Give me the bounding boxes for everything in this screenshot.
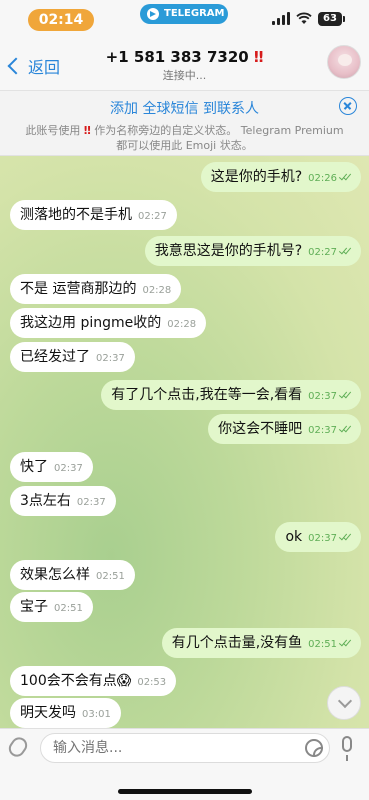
paperclip-icon[interactable] bbox=[5, 734, 31, 760]
message-bubble-incoming[interactable]: 不是 运营商那边的 02:28 bbox=[10, 274, 182, 304]
message-time: 02:37 bbox=[308, 425, 337, 436]
chat-subtitle: 连接中... bbox=[162, 69, 207, 82]
message-text: 有几个点击量,没有鱼 bbox=[171, 635, 303, 651]
close-icon[interactable] bbox=[339, 97, 357, 115]
message-time: 02:37 bbox=[308, 391, 337, 402]
message-input[interactable] bbox=[40, 733, 330, 763]
home-indicator bbox=[118, 789, 252, 794]
telegram-pill[interactable]: TELEGRAM bbox=[140, 4, 228, 24]
chat-title[interactable]: +1 581 383 7320 ‼ bbox=[0, 48, 369, 66]
message-bubble-incoming[interactable]: 效果怎么样 02:51 bbox=[10, 560, 135, 590]
message-text: 100会不会有点😱 bbox=[20, 673, 132, 689]
message-bubble-incoming[interactable]: 快了 02:37 bbox=[10, 452, 93, 482]
message-bubble-incoming[interactable]: 我这边用 pingme收的 02:28 bbox=[10, 308, 207, 338]
sticker-icon[interactable] bbox=[305, 739, 323, 757]
status-time: 02:14 bbox=[28, 9, 94, 31]
message-bubble-outgoing[interactable]: 你这会不睡吧 02:37 bbox=[208, 414, 361, 444]
double-exclamation-icon: ‼ bbox=[253, 48, 264, 66]
double-check-icon bbox=[339, 173, 351, 181]
composer-bar bbox=[0, 728, 369, 800]
message-time: 02:51 bbox=[54, 603, 83, 614]
message-bubble-outgoing[interactable]: ok 02:37 bbox=[275, 522, 361, 552]
message-text: 不是 运营商那边的 bbox=[20, 281, 137, 297]
status-bar: 02:14 TELEGRAM 63 bbox=[0, 0, 369, 40]
double-check-icon bbox=[339, 391, 351, 399]
message-time: 02:37 bbox=[76, 497, 106, 508]
message-time: 02:37 bbox=[308, 533, 337, 544]
message-bubble-incoming[interactable]: 已经发过了 02:37 bbox=[10, 342, 135, 372]
add-contact-banner: 添加 全球短信 到联系人 此账号使用 ‼ 作为名称旁边的自定义状态。 Teleg… bbox=[0, 90, 369, 156]
message-bubble-outgoing[interactable]: 有了几个点击,我在等一会,看看 02:37 bbox=[101, 380, 361, 410]
message-text: ok bbox=[285, 529, 303, 545]
message-list[interactable]: 这是你的手机? 02:26 测落地的不是手机 02:27 我意思这是你的手机号? 02… bbox=[0, 156, 369, 728]
message-bubble-incoming[interactable]: 宝子 02:51 bbox=[10, 592, 93, 622]
scroll-down-button[interactable] bbox=[327, 686, 361, 720]
double-exclamation-icon: ‼ bbox=[83, 124, 91, 137]
avatar[interactable] bbox=[327, 45, 361, 79]
message-bubble-incoming[interactable]: 明天发吗 03:01 bbox=[10, 698, 121, 728]
message-bubble-incoming[interactable]: 测落地的不是手机 02:27 bbox=[10, 200, 177, 230]
add-contact-link[interactable]: 添加 全球短信 到联系人 bbox=[0, 98, 369, 118]
message-text: 宝子 bbox=[20, 599, 48, 615]
message-text: 我意思这是你的手机号? bbox=[154, 243, 303, 259]
message-time: 02:26 bbox=[308, 173, 337, 184]
chat-title-text: +1 581 383 7320 bbox=[105, 48, 249, 66]
chat-header: 返回 +1 581 383 7320 ‼ 连接中... bbox=[0, 40, 369, 90]
message-text: 明天发吗 bbox=[20, 705, 76, 721]
cellular-signal-icon bbox=[272, 12, 290, 25]
message-text: 已经发过了 bbox=[20, 349, 90, 365]
message-time: 02:27 bbox=[138, 211, 167, 222]
double-check-icon bbox=[339, 533, 351, 541]
message-time: 02:27 bbox=[308, 247, 337, 258]
banner-note-prefix: 此账号使用 bbox=[25, 124, 81, 137]
message-text: 测落地的不是手机 bbox=[20, 207, 132, 223]
message-bubble-outgoing[interactable]: 这是你的手机? 02:26 bbox=[200, 162, 361, 192]
message-text: 快了 bbox=[20, 459, 48, 475]
message-text: 你这会不睡吧 bbox=[218, 421, 303, 437]
message-time: 03:01 bbox=[82, 709, 111, 720]
telegram-icon bbox=[147, 8, 159, 20]
message-text: 这是你的手机? bbox=[210, 169, 303, 185]
banner-note: 此账号使用 ‼ 作为名称旁边的自定义状态。 Telegram Premium 都… bbox=[20, 123, 349, 153]
message-time: 02:28 bbox=[167, 319, 197, 330]
message-time: 02:37 bbox=[96, 353, 125, 364]
double-check-icon bbox=[339, 247, 351, 255]
message-time: 02:51 bbox=[308, 639, 337, 650]
message-bubble-outgoing[interactable]: 有几个点击量,没有鱼 02:51 bbox=[161, 628, 361, 658]
double-check-icon bbox=[339, 639, 351, 647]
message-bubble-outgoing[interactable]: 我意思这是你的手机号? 02:27 bbox=[144, 236, 361, 266]
message-text: 有了几个点击,我在等一会,看看 bbox=[111, 387, 303, 403]
message-time: 02:51 bbox=[96, 571, 125, 582]
message-bubble-incoming[interactable]: 100会不会有点😱 02:53 bbox=[10, 666, 177, 696]
telegram-pill-label: TELEGRAM bbox=[164, 8, 225, 19]
wifi-icon bbox=[296, 12, 312, 24]
message-time: 02:28 bbox=[142, 285, 172, 296]
message-time: 02:37 bbox=[54, 463, 83, 474]
message-text: 我这边用 pingme收的 bbox=[20, 315, 162, 331]
microphone-icon[interactable] bbox=[342, 736, 352, 761]
message-bubble-incoming[interactable]: 3点左右 02:37 bbox=[10, 486, 116, 516]
double-check-icon bbox=[339, 425, 351, 433]
banner-note-suffix: 作为名称旁边的自定义状态。 Telegram Premium 都可以使用此 Em… bbox=[94, 124, 344, 152]
message-text: 效果怎么样 bbox=[20, 567, 90, 583]
battery-icon: 63 bbox=[318, 12, 345, 26]
message-time: 02:53 bbox=[137, 677, 167, 688]
message-text: 3点左右 bbox=[20, 493, 71, 509]
